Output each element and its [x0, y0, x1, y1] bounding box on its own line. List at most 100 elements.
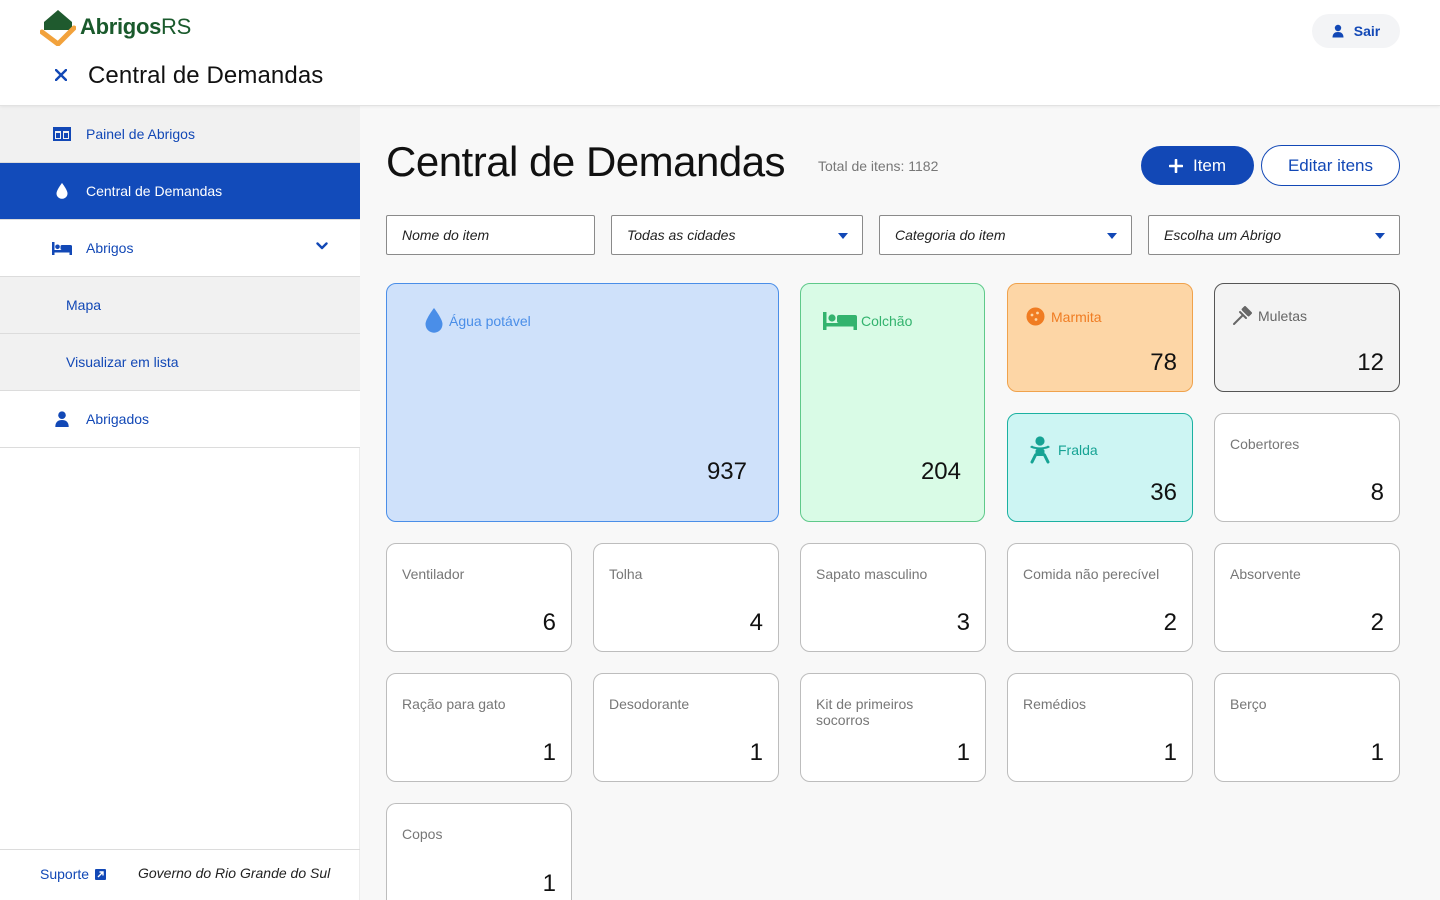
page-title: Central de Demandas	[386, 138, 786, 185]
sidebar-item-central[interactable]: Central de Demandas	[0, 163, 360, 220]
baby-icon	[1030, 436, 1050, 464]
item-name-field[interactable]	[402, 227, 594, 243]
card-name: Comida não perecível	[1023, 566, 1160, 582]
external-link-icon	[95, 868, 107, 880]
card-count: 1	[1370, 739, 1384, 766]
card-count: 8	[1370, 479, 1384, 506]
card-name: Colchão	[861, 313, 913, 329]
card-header: Muletas	[1232, 306, 1307, 326]
total-items: Total de itens: 1182	[818, 158, 939, 174]
card-name: Absorvente	[1230, 566, 1301, 582]
card-count: 3	[956, 609, 970, 636]
card-count: 1	[749, 739, 763, 766]
card-name: Kit de primeiros socorros	[816, 696, 914, 728]
sidebar: Painel de Abrigos Central de Demandas Ab…	[0, 106, 360, 900]
logo-house-icon	[40, 10, 76, 46]
panel-icon	[51, 123, 73, 145]
city-select[interactable]: Todas as cidades	[611, 215, 863, 255]
demand-card-berco[interactable]: Berço 1	[1214, 673, 1400, 782]
sidebar-item-lista[interactable]: Visualizar em lista	[0, 334, 360, 391]
crutch-icon	[1233, 306, 1252, 325]
card-count: 78	[1150, 349, 1177, 376]
category-select[interactable]: Categoria do item	[879, 215, 1132, 255]
person-icon	[51, 408, 73, 430]
card-name: Sapato masculino	[816, 566, 928, 582]
bed-icon	[823, 312, 857, 330]
shelter-select[interactable]: Escolha um Abrigo	[1148, 215, 1400, 255]
demand-card-fralda[interactable]: Fralda 36	[1007, 413, 1193, 522]
card-header: Fralda	[1028, 436, 1098, 464]
demand-card-colchao[interactable]: Colchão 204	[800, 283, 985, 522]
demand-card-copos[interactable]: Copos 1	[386, 803, 572, 900]
sidebar-item-mapa[interactable]: Mapa	[0, 277, 360, 334]
sidebar-item-label: Central de Demandas	[86, 183, 223, 199]
card-name: Tolha	[609, 566, 643, 582]
demand-card-marmita[interactable]: Marmita 78	[1007, 283, 1193, 392]
add-item-button[interactable]: Item	[1141, 146, 1254, 185]
card-count: 937	[706, 458, 747, 485]
demand-card-muletas[interactable]: Muletas 12	[1214, 283, 1400, 392]
card-name: Ração para gato	[402, 696, 506, 712]
demand-card-desodorante[interactable]: Desodorante 1	[593, 673, 779, 782]
card-name: Desodorante	[609, 696, 690, 712]
demand-card-remedios[interactable]: Remédios 1	[1007, 673, 1193, 782]
caret-down-icon	[1107, 233, 1117, 239]
sidebar-item-label: Painel de Abrigos	[86, 126, 195, 142]
card-count: 1	[1163, 739, 1177, 766]
logout-label: Sair	[1353, 23, 1381, 39]
demand-card-tolha[interactable]: Tolha 4	[593, 543, 779, 652]
card-name: Água potável	[449, 312, 531, 329]
city-select-value: Todas as cidades	[627, 227, 736, 243]
sidebar-item-painel[interactable]: Painel de Abrigos	[0, 106, 360, 163]
sidebar-item-abrigos[interactable]: Abrigos	[0, 220, 360, 277]
demand-card-racao[interactable]: Ração para gato 1	[386, 673, 572, 782]
add-item-label: Item	[1192, 155, 1227, 175]
card-name: Cobertores	[1230, 436, 1300, 452]
caret-down-icon	[838, 233, 848, 239]
edit-items-button[interactable]: Editar itens	[1261, 145, 1400, 186]
card-name: Muletas	[1258, 308, 1308, 324]
card-count: 1	[542, 870, 556, 897]
app-header: AbrigosRS Sair Central de Demandas	[0, 0, 1440, 106]
demand-card-cobertores[interactable]: Cobertores 8	[1214, 413, 1400, 522]
sidebar-item-label: Abrigados	[86, 411, 150, 427]
card-count: 6	[542, 609, 556, 636]
card-name: Fralda	[1058, 442, 1098, 458]
government-label: Governo do Rio Grande do Sul	[138, 865, 331, 881]
card-name: Berço	[1230, 696, 1267, 712]
sidebar-item-label: Visualizar em lista	[66, 354, 179, 370]
close-icon[interactable]	[50, 64, 72, 86]
demand-card-absorvente[interactable]: Absorvente 2	[1214, 543, 1400, 652]
shelter-select-value: Escolha um Abrigo	[1164, 227, 1281, 243]
demand-card-agua[interactable]: Água potável 937	[386, 283, 779, 522]
card-name: Marmita	[1051, 308, 1102, 325]
drop-icon	[51, 180, 73, 202]
card-count: 12	[1357, 349, 1384, 376]
card-count: 2	[1163, 609, 1177, 636]
item-name-input[interactable]	[386, 215, 595, 255]
card-count: 204	[920, 458, 961, 485]
demand-card-ventilador[interactable]: Ventilador 6	[386, 543, 572, 652]
sidebar-item-label: Mapa	[66, 297, 102, 313]
category-select-value: Categoria do item	[895, 227, 1006, 243]
sidebar-footer: Suporte Governo do Rio Grande do Sul	[0, 849, 360, 900]
water-drop-icon	[425, 308, 443, 333]
bed-icon	[51, 237, 73, 259]
support-link[interactable]: Suporte	[40, 866, 107, 882]
sidebar-item-abrigados[interactable]: Abrigados	[0, 391, 360, 448]
card-name: Copos	[402, 826, 443, 842]
brand-logo[interactable]: AbrigosRS	[40, 8, 191, 46]
card-name: Remédios	[1023, 696, 1087, 712]
logout-button[interactable]: Sair	[1312, 14, 1400, 48]
card-count: 1	[956, 739, 970, 766]
caret-down-icon	[1375, 233, 1385, 239]
card-header: Marmita	[1026, 307, 1102, 326]
demand-card-comida[interactable]: Comida não perecível 2	[1007, 543, 1193, 652]
demand-card-kit[interactable]: Kit de primeiros socorros 1	[800, 673, 986, 782]
chevron-down-icon[interactable]	[316, 242, 328, 250]
card-count: 36	[1150, 479, 1177, 506]
card-count: 4	[749, 609, 763, 636]
card-count: 1	[542, 739, 556, 766]
demand-card-sapato[interactable]: Sapato masculino 3	[800, 543, 986, 652]
card-header: Água potável	[425, 308, 531, 333]
